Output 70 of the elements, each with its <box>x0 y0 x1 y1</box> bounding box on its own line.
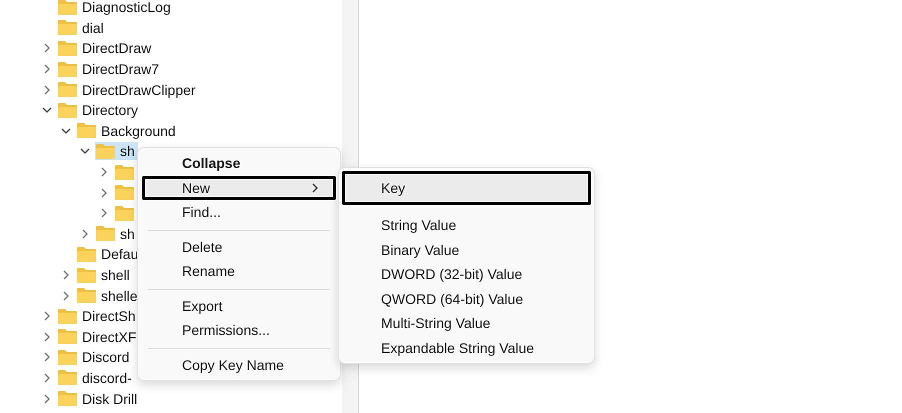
menu-item[interactable]: String Value <box>342 213 591 238</box>
menu-item[interactable]: Expandable String Value <box>342 336 591 360</box>
chevron-icon[interactable] <box>42 332 52 342</box>
chevron-icon <box>311 182 319 193</box>
folder-icon <box>77 288 96 304</box>
folder-icon <box>77 246 96 262</box>
folder-icon <box>58 370 77 386</box>
folder-icon <box>96 226 115 242</box>
tree-item[interactable]: DiagnosticLog <box>57 0 174 16</box>
tree-item[interactable]: shell <box>76 266 133 284</box>
folder-icon <box>58 329 77 344</box>
chevron-icon[interactable] <box>42 352 52 362</box>
tree-item[interactable]: Background <box>76 122 179 140</box>
menu-item[interactable]: Collapse <box>142 151 336 176</box>
menu-item[interactable]: New <box>142 176 336 200</box>
chevron-icon[interactable] <box>61 270 71 280</box>
tree-item[interactable]: Defau <box>76 245 142 264</box>
chevron-icon[interactable] <box>42 84 52 95</box>
chevron-icon[interactable] <box>99 167 109 178</box>
menu-item[interactable]: Export <box>142 294 336 318</box>
tree-item[interactable]: shelle <box>76 286 141 305</box>
chevron-icon[interactable] <box>42 372 52 383</box>
folder-icon <box>58 62 77 77</box>
chevron-icon[interactable] <box>80 146 90 156</box>
tree-item[interactable]: Disk Drill <box>57 390 140 408</box>
folder-icon <box>96 144 115 159</box>
chevron-icon[interactable] <box>80 228 90 239</box>
chevron-icon[interactable] <box>42 105 52 116</box>
chevron-icon[interactable] <box>42 64 52 74</box>
menu-item[interactable]: Multi-String Value <box>342 311 591 336</box>
menu-item[interactable]: Find... <box>142 200 336 224</box>
tree-item[interactable]: DirectDraw7 <box>57 60 162 78</box>
folder-icon <box>58 391 77 406</box>
folder-icon <box>115 164 134 180</box>
menu-item[interactable]: Key <box>342 171 591 205</box>
chevron-icon[interactable] <box>42 394 52 404</box>
menu-item[interactable]: Rename <box>142 259 336 284</box>
chevron-icon[interactable] <box>99 188 109 198</box>
menu-item[interactable]: Binary Value <box>342 238 591 262</box>
folder-icon <box>77 268 96 283</box>
tree-item[interactable]: DirectXF <box>57 328 140 346</box>
chevron-icon[interactable] <box>42 43 52 54</box>
tree-item[interactable]: DirectDraw <box>57 39 154 58</box>
tree-item[interactable]: DirectSh <box>57 307 139 326</box>
folder-icon <box>58 308 77 324</box>
tree-item[interactable]: Directory <box>57 101 142 120</box>
folder-icon <box>115 185 134 200</box>
chevron-icon[interactable] <box>99 208 109 218</box>
folder-icon <box>58 20 77 36</box>
chevron-icon[interactable] <box>42 311 52 322</box>
folder-icon <box>115 206 134 221</box>
menu-item[interactable]: Copy Key Name <box>142 352 336 377</box>
folder-icon <box>58 40 77 56</box>
chevron-icon[interactable] <box>61 290 71 301</box>
tree-item[interactable]: sh <box>95 142 138 160</box>
tree-item[interactable]: Discord <box>57 348 132 366</box>
tree-item[interactable]: sh <box>95 224 138 243</box>
folder-icon <box>58 102 77 118</box>
folder-icon <box>77 123 96 138</box>
menu-item[interactable]: Permissions... <box>142 318 336 342</box>
tree-item[interactable]: dial <box>57 18 107 37</box>
menu-item[interactable]: QWORD (64-bit) Value <box>342 286 591 311</box>
folder-icon <box>58 350 77 365</box>
folder-icon <box>58 0 77 15</box>
tree-item[interactable]: discord- <box>57 368 135 387</box>
folder-icon <box>58 82 77 98</box>
menu-item[interactable]: Delete <box>142 234 336 259</box>
tree-item[interactable]: DirectDrawClipper <box>57 80 199 99</box>
menu-item[interactable]: DWORD (32-bit) Value <box>342 262 591 286</box>
chevron-icon[interactable] <box>61 126 71 136</box>
